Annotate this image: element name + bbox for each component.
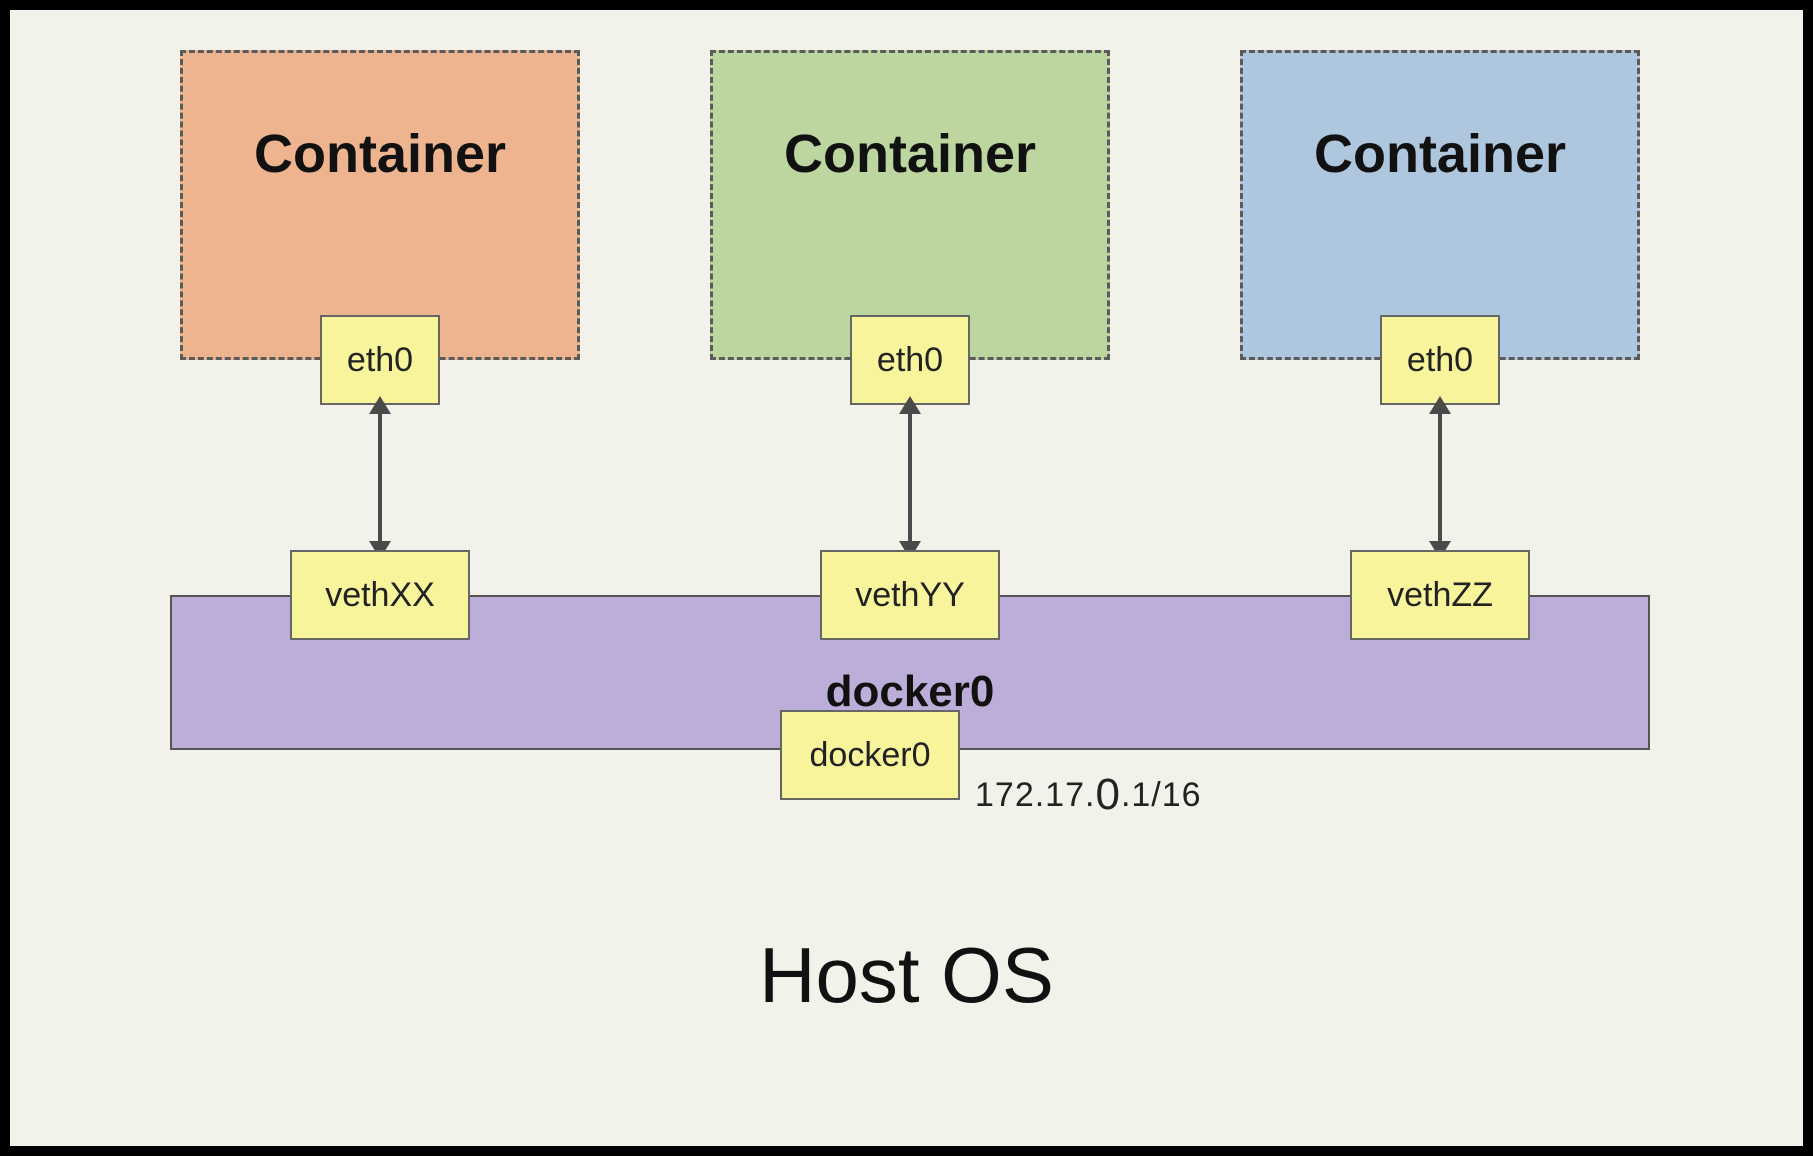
bridge-ip: 172.17.0.1/16 — [975, 770, 1202, 820]
veth-1: vethXX — [290, 550, 470, 640]
bridge-ip-prefix: 172.17. — [975, 776, 1095, 814]
container-2-eth0: eth0 — [850, 315, 970, 405]
container-1-eth0: eth0 — [320, 315, 440, 405]
diagram-stage: Container Container Container docker0 et… — [10, 10, 1803, 1146]
container-3: Container — [1240, 50, 1640, 360]
container-2: Container — [710, 50, 1110, 360]
arrow-3 — [1438, 410, 1442, 545]
container-3-eth0: eth0 — [1380, 315, 1500, 405]
container-1-title: Container — [183, 123, 577, 185]
bridge-ip-zero: 0 — [1095, 770, 1120, 819]
diagram-frame: Container Container Container docker0 et… — [0, 0, 1813, 1156]
host-os-label: Host OS — [10, 930, 1803, 1021]
bridge-ip-suffix: .1/16 — [1121, 776, 1202, 814]
container-2-title: Container — [713, 123, 1107, 185]
container-1: Container — [180, 50, 580, 360]
docker0-iface: docker0 — [780, 710, 960, 800]
arrow-2 — [908, 410, 912, 545]
arrow-1 — [378, 410, 382, 545]
veth-2: vethYY — [820, 550, 1000, 640]
veth-3: vethZZ — [1350, 550, 1530, 640]
container-3-title: Container — [1243, 123, 1637, 185]
